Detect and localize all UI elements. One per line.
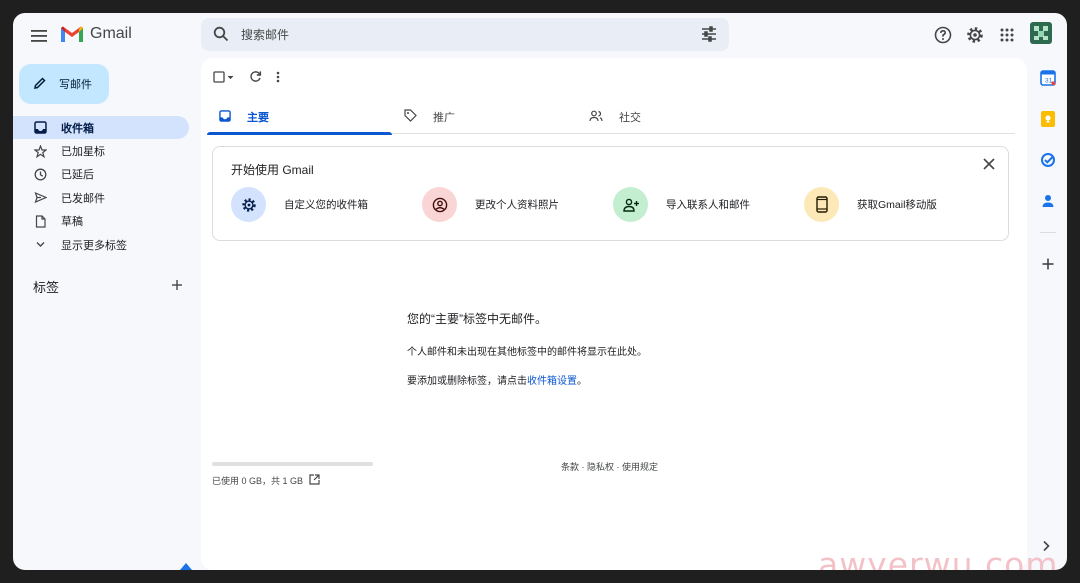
send-icon xyxy=(33,191,47,205)
avatar[interactable] xyxy=(1030,22,1052,44)
person-add-icon xyxy=(613,187,648,222)
inbox-icon xyxy=(33,121,47,135)
apps-icon[interactable] xyxy=(996,24,1018,46)
account-icon xyxy=(422,187,457,222)
tab-label: 推广 xyxy=(433,112,455,124)
add-label-icon[interactable] xyxy=(171,279,183,294)
sidebar-item-more[interactable]: 显示更多标签 xyxy=(13,233,189,256)
get-mobile-item[interactable]: 获取Gmail移动版 xyxy=(804,187,995,222)
settings-icon xyxy=(231,187,266,222)
storage-info: 已使用 0 GB，共 1 GB xyxy=(212,474,373,487)
search-input[interactable] xyxy=(241,18,681,51)
clock-icon xyxy=(33,167,47,181)
open-in-new-icon[interactable] xyxy=(309,474,320,487)
settings-icon[interactable] xyxy=(964,24,986,46)
card-item-label: 更改个人资料照片 xyxy=(475,199,559,211)
refresh-icon[interactable] xyxy=(249,70,262,83)
tooltip-pointer xyxy=(180,563,192,570)
main-panel: 主要 推广 社交 开始使用 Gmail 自定义您的收件箱 更改个人资料照片 导入… xyxy=(201,58,1027,570)
rail-divider xyxy=(1040,232,1056,233)
empty-line-2-suffix: 。 xyxy=(577,376,587,387)
getting-started-card: 开始使用 Gmail 自定义您的收件箱 更改个人资料照片 导入联系人和邮件 获取… xyxy=(212,146,1009,241)
help-icon[interactable] xyxy=(932,24,954,46)
top-bar: Gmail xyxy=(13,13,1067,57)
tasks-icon[interactable] xyxy=(1038,150,1058,170)
watermark: awyerwu.com xyxy=(818,545,1059,570)
storage-bar xyxy=(212,462,373,466)
search-bar[interactable] xyxy=(201,18,729,51)
chevron-down-icon xyxy=(33,238,47,252)
sidebar-item-label: 已发邮件 xyxy=(61,192,105,205)
app-name: Gmail xyxy=(90,25,132,42)
tag-icon xyxy=(404,109,417,125)
search-icon[interactable] xyxy=(213,26,229,45)
sidebar-item-label: 显示更多标签 xyxy=(61,239,127,252)
footer-links[interactable]: 条款 · 隐私权 · 使用规定 xyxy=(561,460,658,473)
storage-text: 已使用 0 GB，共 1 GB xyxy=(212,476,304,486)
import-contacts-item[interactable]: 导入联系人和邮件 xyxy=(613,187,804,222)
contacts-icon[interactable] xyxy=(1038,191,1058,211)
tab-promotions[interactable]: 推广 xyxy=(392,100,577,134)
menu-icon[interactable] xyxy=(27,24,51,48)
sidebar-item-starred[interactable]: 已加星标 xyxy=(13,139,189,162)
empty-line-2: 要添加或删除标签，请点击收件箱设置。 xyxy=(407,372,647,387)
tab-primary[interactable]: 主要 xyxy=(207,100,392,135)
gmail-m-icon xyxy=(61,26,83,42)
sidebar-item-inbox[interactable]: 收件箱 xyxy=(13,116,189,140)
category-tabs: 主要 推广 社交 xyxy=(207,100,1015,135)
sidebar-item-drafts[interactable]: 草稿 xyxy=(13,210,189,233)
svg-text:31: 31 xyxy=(1045,78,1053,85)
tab-label: 主要 xyxy=(247,112,269,124)
sidebar-item-label: 已加星标 xyxy=(61,146,105,159)
customize-inbox-item[interactable]: 自定义您的收件箱 xyxy=(231,187,422,222)
keep-icon[interactable] xyxy=(1038,109,1058,129)
empty-line-1: 个人邮件和未出现在其他标签中的邮件将显示在此处。 xyxy=(407,347,647,358)
inbox-settings-link[interactable]: 收件箱设置 xyxy=(527,376,577,387)
side-panel-rail: 31 xyxy=(1035,68,1061,295)
sidebar-item-label: 收件箱 xyxy=(61,122,94,135)
labels-title: 标签 xyxy=(33,280,60,295)
labels-section-header: 标签 xyxy=(33,277,183,296)
phone-icon xyxy=(804,187,839,222)
pencil-icon xyxy=(33,76,47,93)
select-all-checkbox[interactable] xyxy=(213,70,235,83)
empty-state: 您的“主要”标签中无邮件。 个人邮件和未出现在其他标签中的邮件将显示在此处。 要… xyxy=(407,310,647,401)
mail-toolbar xyxy=(213,70,280,83)
people-icon xyxy=(589,110,603,125)
card-item-label: 导入联系人和邮件 xyxy=(666,199,750,211)
empty-line-2-prefix: 要添加或删除标签，请点击 xyxy=(407,376,527,387)
storage-meter: 已使用 0 GB，共 1 GB xyxy=(212,462,373,487)
sidebar-nav: 收件箱 已加星标 已延后 已发邮件 草稿 显示更多标签 xyxy=(13,116,189,256)
draft-icon xyxy=(33,214,47,228)
more-vert-icon[interactable] xyxy=(276,71,280,83)
tune-icon[interactable] xyxy=(701,26,717,45)
inbox-icon xyxy=(219,109,231,125)
gmail-logo[interactable]: Gmail xyxy=(60,25,132,43)
card-items: 自定义您的收件箱 更改个人资料照片 导入联系人和邮件 获取Gmail移动版 xyxy=(231,187,995,222)
card-item-label: 获取Gmail移动版 xyxy=(857,199,937,211)
card-title: 开始使用 Gmail xyxy=(231,163,314,177)
compose-button[interactable]: 写邮件 xyxy=(19,64,109,104)
sidebar-item-label: 已延后 xyxy=(61,169,94,182)
tab-social[interactable]: 社交 xyxy=(577,100,762,134)
sidebar-item-snoozed[interactable]: 已延后 xyxy=(13,163,189,186)
card-item-label: 自定义您的收件箱 xyxy=(284,199,368,211)
tab-label: 社交 xyxy=(619,112,641,124)
sidebar-item-label: 草稿 xyxy=(61,216,83,229)
star-icon xyxy=(33,144,47,158)
calendar-icon[interactable]: 31 xyxy=(1038,68,1058,88)
sidebar-item-sent[interactable]: 已发邮件 xyxy=(13,186,189,209)
compose-label: 写邮件 xyxy=(59,79,92,91)
empty-title: 您的“主要”标签中无邮件。 xyxy=(407,312,547,326)
add-addon-icon[interactable] xyxy=(1038,254,1058,274)
gmail-window: Gmail 写邮件 xyxy=(13,13,1067,570)
close-icon[interactable] xyxy=(982,157,996,174)
change-photo-item[interactable]: 更改个人资料照片 xyxy=(422,187,613,222)
